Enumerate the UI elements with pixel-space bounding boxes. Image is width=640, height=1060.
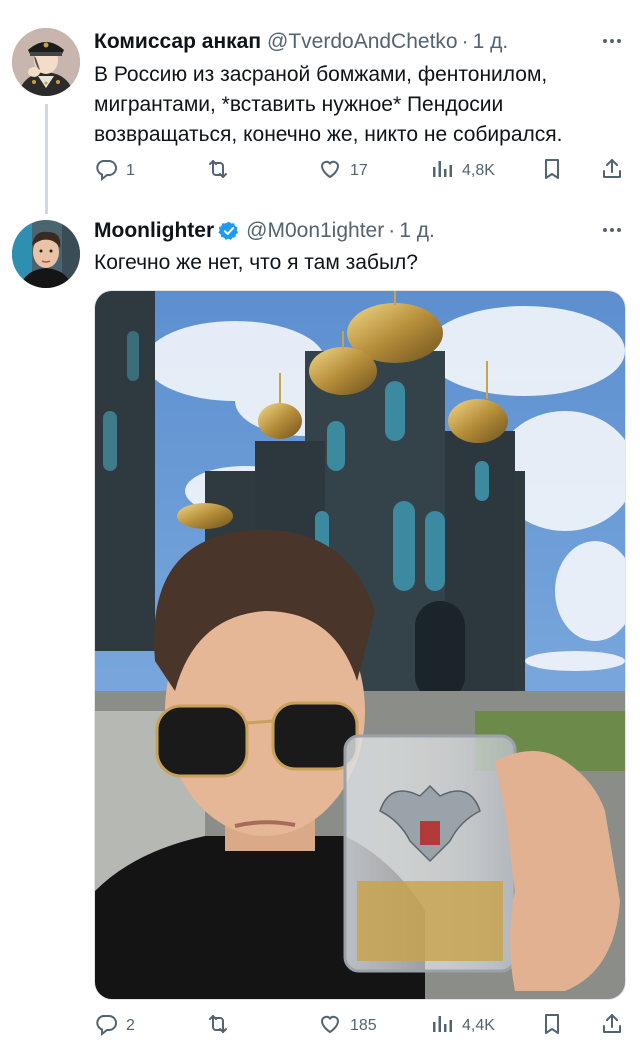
- share-button[interactable]: [600, 156, 624, 186]
- reply-count: 1: [126, 162, 135, 179]
- more-icon[interactable]: [600, 29, 624, 53]
- reply-count: 2: [126, 1017, 135, 1034]
- more-icon[interactable]: [600, 218, 624, 242]
- bookmark-button[interactable]: [540, 1011, 564, 1041]
- thread-line: [45, 104, 48, 214]
- tweet-text-line: В Россию из засраной бомжами, фентонилом…: [94, 63, 548, 86]
- verified-badge-icon: [218, 220, 240, 242]
- bookmark-icon: [540, 157, 564, 186]
- tweet-text: В Россию из засраной бомжами, фентонилом…: [94, 60, 624, 150]
- like-count: 185: [350, 1017, 377, 1034]
- bookmark-icon: [540, 1012, 564, 1041]
- tweet-1[interactable]: Комиссар анкап @TverdoAndChetko · 1 д. В…: [0, 0, 640, 214]
- author-handle[interactable]: @M0on1ighter: [246, 219, 384, 243]
- reply-icon: [94, 157, 118, 186]
- tweet-time[interactable]: 1 д.: [399, 219, 435, 243]
- views-button[interactable]: 4,4K: [430, 1011, 495, 1041]
- views-icon: [430, 157, 454, 186]
- reply-button[interactable]: 2: [94, 1011, 135, 1041]
- retweet-icon: [206, 1012, 230, 1041]
- tweet-text: Когечно же нет, что я там забыл?: [94, 248, 624, 278]
- tweet-time[interactable]: 1 д.: [473, 30, 509, 54]
- tweet-text-line: Когечно же нет, что я там забыл?: [94, 251, 418, 274]
- separator-dot: ·: [388, 219, 396, 242]
- retweet-button[interactable]: [206, 156, 238, 186]
- like-button[interactable]: 185: [318, 1011, 377, 1041]
- author-name[interactable]: Комиссар анкап: [94, 30, 261, 54]
- tweet-header: Комиссар анкап @TverdoAndChetko · 1 д.: [94, 27, 508, 57]
- like-icon: [318, 157, 342, 186]
- views-button[interactable]: 4,8K: [430, 156, 495, 186]
- avatar-komissar[interactable]: [12, 28, 80, 96]
- like-button[interactable]: 17: [318, 156, 368, 186]
- selfie-cathedral-image: [95, 291, 625, 999]
- tweet-photo[interactable]: [94, 290, 626, 1000]
- tweet-text-line: возвращаться, конечно же, никто не собир…: [94, 123, 563, 146]
- reply-icon: [94, 1012, 118, 1041]
- views-count: 4,8K: [462, 162, 495, 179]
- tweet-header: Moonlighter @M0on1ighter · 1 д.: [94, 216, 435, 246]
- retweet-icon: [206, 157, 230, 186]
- author-handle[interactable]: @TverdoAndChetko: [267, 30, 458, 54]
- views-icon: [430, 1012, 454, 1041]
- tweet-actions: 1 17 4,8K: [94, 156, 624, 186]
- share-icon: [600, 1012, 624, 1041]
- share-button[interactable]: [600, 1011, 624, 1041]
- tweet-actions: 2 185 4,4K: [94, 1011, 624, 1041]
- reply-button[interactable]: 1: [94, 156, 135, 186]
- author-name[interactable]: Moonlighter: [94, 219, 214, 243]
- views-count: 4,4K: [462, 1017, 495, 1034]
- share-icon: [600, 157, 624, 186]
- tweet-text-line: мигрантами, *вставить нужное* Пендосии: [94, 93, 504, 116]
- retweet-button[interactable]: [206, 1011, 238, 1041]
- bookmark-button[interactable]: [540, 156, 564, 186]
- separator-dot: ·: [461, 30, 469, 53]
- like-icon: [318, 1012, 342, 1041]
- avatar-moonlighter[interactable]: [12, 220, 80, 288]
- like-count: 17: [350, 162, 368, 179]
